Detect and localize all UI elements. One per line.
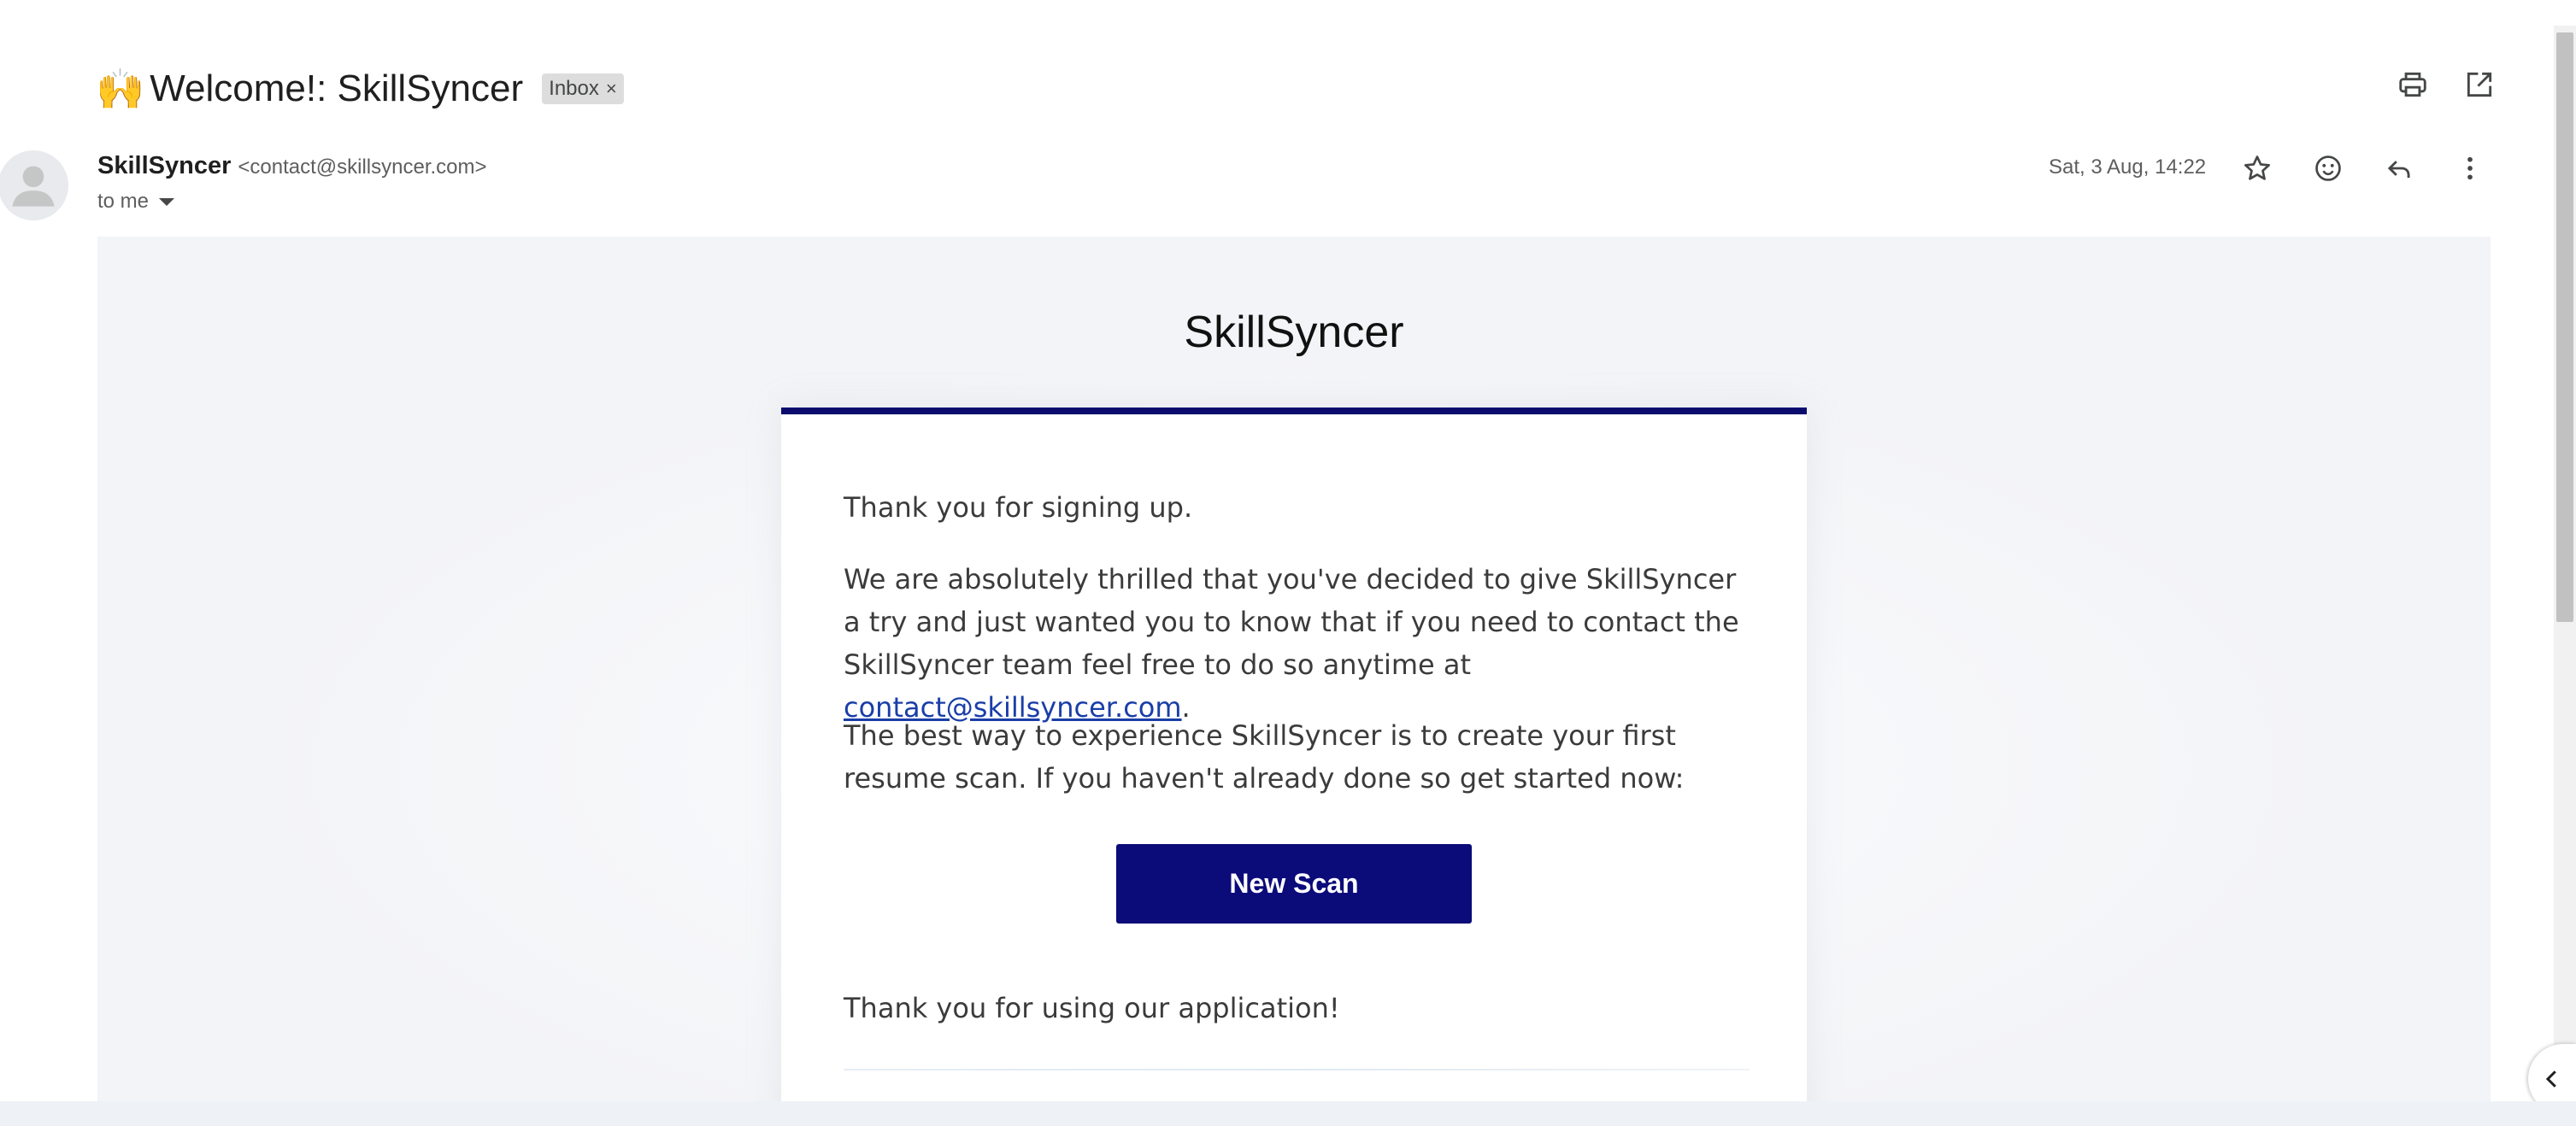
- emoji-reaction-icon: [2315, 155, 2341, 181]
- add-reaction-button[interactable]: [2310, 150, 2346, 186]
- thread-actions: [2395, 67, 2497, 103]
- open-in-new-window-icon: [2467, 72, 2492, 97]
- sender-avatar[interactable]: [0, 150, 68, 220]
- subject-row: 🙌 Welcome!: SkillSyncer Inbox ×: [96, 62, 624, 116]
- inbox-label-chip: Inbox ×: [542, 73, 624, 104]
- message-date: Sat, 3 Aug, 14:22: [2049, 155, 2207, 179]
- more-vertical-icon: [2467, 156, 2473, 180]
- intro-text: We are absolutely thrilled that you've d…: [844, 563, 1739, 681]
- show-details-dropdown[interactable]: [159, 197, 175, 206]
- print-all-button[interactable]: [2395, 67, 2431, 103]
- divider: [844, 1069, 1750, 1070]
- recipient-line: to me: [97, 190, 175, 214]
- star-button[interactable]: [2239, 150, 2275, 186]
- scrollbar-thumb[interactable]: [2556, 32, 2573, 622]
- intro-paragraph: We are absolutely thrilled that you've d…: [844, 558, 1750, 729]
- remove-label-button[interactable]: ×: [606, 78, 617, 100]
- message-actions: [2239, 150, 2488, 186]
- sender-line: SkillSyncer <contact@skillsyncer.com>: [97, 152, 487, 180]
- more-options-button[interactable]: [2452, 150, 2488, 186]
- bottom-edge-bar: [0, 1101, 2576, 1126]
- person-icon: [12, 166, 55, 207]
- sender-name[interactable]: SkillSyncer: [97, 152, 231, 180]
- new-scan-button[interactable]: New Scan: [1116, 844, 1472, 924]
- chevron-left-icon: [2545, 1070, 2556, 1088]
- email-brand-title: SkillSyncer: [1184, 308, 1404, 357]
- open-in-new-window-button[interactable]: [2461, 67, 2497, 103]
- closing-text: Thank you for using our application!: [844, 992, 1340, 1024]
- sender-email: <contact@skillsyncer.com>: [238, 155, 487, 179]
- reply-icon: [2387, 161, 2410, 179]
- vertical-scrollbar[interactable]: [2554, 26, 2576, 1104]
- email-view: 🙌 Welcome!: SkillSyncer Inbox × SkillSyn…: [0, 0, 2576, 1126]
- recipient-text: to me: [97, 190, 150, 213]
- reply-button[interactable]: [2381, 150, 2417, 186]
- raised-hands-emoji: 🙌: [96, 66, 145, 112]
- greeting-text: Thank you for signing up.: [844, 491, 1193, 524]
- email-body-frame: SkillSyncer Thank you for signing up. We…: [97, 237, 2491, 1101]
- label-chip-text: Inbox: [549, 77, 599, 100]
- cta-paragraph: The best way to experience SkillSyncer i…: [844, 719, 1685, 795]
- print-icon: [2399, 72, 2426, 97]
- email-content-card: Thank you for signing up. We are absolut…: [781, 408, 1807, 1101]
- email-subject: Welcome!: SkillSyncer: [150, 67, 524, 109]
- star-icon: [2244, 155, 2270, 180]
